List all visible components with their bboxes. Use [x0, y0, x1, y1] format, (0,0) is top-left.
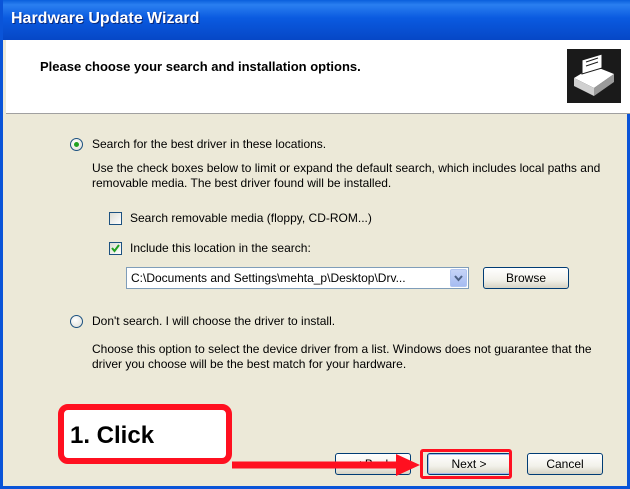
browse-button[interactable]: Browse — [483, 267, 569, 289]
include-location-checkbox[interactable] — [109, 242, 122, 255]
title-bar[interactable]: Hardware Update Wizard — [3, 0, 630, 40]
removable-media-label[interactable]: Search removable media (floppy, CD-ROM..… — [130, 211, 372, 225]
removable-media-checkbox[interactable] — [109, 212, 122, 225]
wizard-header: Please choose your search and installati… — [6, 40, 630, 114]
search-option-radio[interactable] — [70, 138, 83, 151]
dont-search-option-description: Choose this option to select the device … — [92, 342, 592, 371]
checkmark-icon — [111, 244, 120, 253]
dont-search-option-radio[interactable] — [70, 315, 83, 328]
annotation-text: 1. Click — [70, 422, 155, 449]
back-button[interactable]: < Back — [335, 453, 411, 475]
cancel-button[interactable]: Cancel — [527, 453, 603, 475]
location-value: C:\Documents and Settings\mehta_p\Deskto… — [131, 271, 406, 285]
annotation-callout: 1. Click — [58, 404, 232, 464]
page-heading: Please choose your search and installati… — [40, 59, 361, 74]
hardware-icon — [567, 49, 621, 103]
include-location-label[interactable]: Include this location in the search: — [130, 241, 311, 255]
dont-search-option-label[interactable]: Don't search. I will choose the driver t… — [92, 314, 335, 328]
chevron-down-icon — [454, 275, 463, 282]
dropdown-arrow-button[interactable] — [450, 269, 467, 287]
location-combobox[interactable]: C:\Documents and Settings\mehta_p\Deskto… — [126, 267, 469, 289]
next-button-highlight — [420, 449, 512, 479]
search-option-label[interactable]: Search for the best driver in these loca… — [92, 137, 326, 151]
window-title: Hardware Update Wizard — [11, 10, 200, 27]
radio-selected-dot — [74, 142, 79, 147]
search-option-description: Use the check boxes below to limit or ex… — [92, 161, 601, 190]
